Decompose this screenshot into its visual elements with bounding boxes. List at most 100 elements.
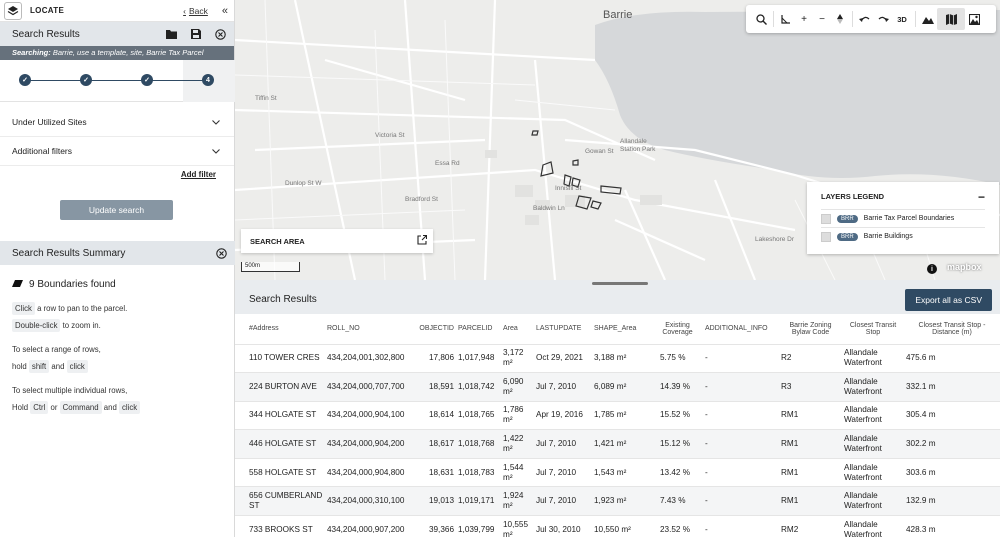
minimize-icon[interactable]: − <box>978 191 985 203</box>
update-search-button[interactable]: Update search <box>60 200 173 220</box>
rotate-right-icon[interactable] <box>874 8 892 30</box>
table-row[interactable]: 344 HOLGATE ST 434,204,000,904,100 18,614 1… <box>235 400 1000 430</box>
column-header[interactable]: OBJECTID <box>411 314 456 344</box>
table-cell: 3,188 m² <box>592 343 652 373</box>
legend-item[interactable]: BRR Barrie Buildings <box>821 227 985 245</box>
filter-additional[interactable]: Additional filters <box>0 137 234 166</box>
3d-toggle-button[interactable]: 3D <box>892 8 912 30</box>
column-header[interactable]: ROLL_NO <box>325 314 411 344</box>
column-header[interactable]: Closest Transit Stop <box>842 314 904 344</box>
column-header[interactable]: Closest Transit Stop - Distance (m) <box>904 314 1000 344</box>
column-header[interactable]: Area <box>501 314 534 344</box>
terrain-icon[interactable] <box>919 8 937 30</box>
column-header[interactable]: ADDITIONAL_INFO <box>703 314 779 344</box>
top-bar: LOCATE ‹ Back « <box>0 0 234 22</box>
table-row[interactable]: 733 BROOKS ST 434,204,000,907,200 39,366 1,… <box>235 515 1000 537</box>
info-icon[interactable]: i <box>927 264 937 274</box>
table-cell: 15.12 % <box>652 429 703 459</box>
column-header[interactable]: Barrie Zoning Bylaw Code <box>779 314 842 344</box>
table-cell: 14.39 % <box>652 372 703 402</box>
legend-item[interactable]: BRR Barrie Tax Parcel Boundaries <box>821 209 985 227</box>
table-cell: 18,591 <box>411 372 456 402</box>
external-link-icon[interactable] <box>417 234 428 247</box>
table-cell: - <box>703 372 779 402</box>
map-toolbar: + − 3D <box>746 5 996 33</box>
step-4[interactable]: 4 <box>202 74 214 86</box>
table-row[interactable]: 446 HOLGATE ST 434,204,000,904,200 18,617 1… <box>235 429 1000 459</box>
zoom-out-icon[interactable]: − <box>813 8 831 30</box>
hint-line: Double-click to zoom in. <box>12 317 235 334</box>
hint-line: Click a row to pan to the parcel. <box>12 300 235 317</box>
sidebar: LOCATE ‹ Back « Search Results Searching… <box>0 0 235 537</box>
parcel-shape-icon <box>12 279 23 290</box>
step-2-check-icon[interactable]: ✓ <box>80 74 92 86</box>
search-area-panel[interactable]: SEARCH AREA <box>241 229 433 253</box>
folder-icon[interactable] <box>166 29 177 39</box>
street-label: Bradford St <box>405 196 438 203</box>
table-cell: Allandale Waterfront <box>842 457 904 487</box>
hint-text: or <box>50 403 58 412</box>
table-cell: 19,013 <box>411 486 456 516</box>
table-cell: Jul 7, 2010 <box>534 429 592 459</box>
table-cell: 344 HOLGATE ST <box>235 400 325 430</box>
add-filter-link[interactable]: Add filter <box>181 170 216 179</box>
table-cell: - <box>703 486 779 516</box>
table-cell: 332.1 m <box>904 372 1000 402</box>
close-circle-icon[interactable] <box>216 247 227 259</box>
table-row[interactable]: 656 CUMBERLAND ST 434,204,000,310,100 19,0… <box>235 486 1000 516</box>
results-table: #Address ROLL_NO OBJECTID PARCELID Area … <box>235 314 1000 537</box>
results-title: Search Results <box>249 294 317 305</box>
table-cell: 434,204,001,302,800 <box>325 343 411 373</box>
column-header[interactable]: #Address <box>235 314 325 344</box>
table-row[interactable]: 558 HOLGATE ST 434,204,000,904,800 18,631 1… <box>235 457 1000 487</box>
layer-tag: BRR <box>837 232 858 241</box>
back-link[interactable]: ‹ Back <box>183 6 208 16</box>
zoom-in-icon[interactable]: + <box>795 8 813 30</box>
column-header[interactable]: SHAPE_Area <box>592 314 652 344</box>
table-cell: Jul 7, 2010 <box>534 372 592 402</box>
divider <box>852 11 853 27</box>
street-label: Innisfil St <box>555 185 582 192</box>
close-circle-icon[interactable] <box>215 28 226 40</box>
table-cell: 13.42 % <box>652 457 703 487</box>
park-label: Allandale Station Park <box>620 138 656 153</box>
table-cell: 1,543 m² <box>592 457 652 487</box>
rotate-left-icon[interactable] <box>856 8 874 30</box>
table-cell: 18,631 <box>411 457 456 487</box>
table-cell: 446 HOLGATE ST <box>235 429 325 459</box>
map-view[interactable]: Barrie Allandale Station Park Dunlop St … <box>235 0 1000 280</box>
column-header[interactable]: LASTUPDATE <box>534 314 592 344</box>
results-header: Search Results Export all as CSV <box>235 285 1000 314</box>
table-cell: 18,617 <box>411 429 456 459</box>
table-cell: 434,204,000,904,200 <box>325 429 411 459</box>
table-cell: - <box>703 343 779 373</box>
hint-line: hold shift and click <box>12 358 235 375</box>
column-header[interactable]: PARCELID <box>456 314 501 344</box>
step-3-check-icon[interactable]: ✓ <box>141 74 153 86</box>
table-row[interactable]: 224 BURTON AVE 434,204,000,707,700 18,591 1… <box>235 372 1000 402</box>
table-cell: 1,018,742 <box>456 372 501 402</box>
layers-logo-icon[interactable] <box>4 1 22 20</box>
step-1-check-icon[interactable]: ✓ <box>19 74 31 86</box>
compass-icon[interactable] <box>831 8 849 30</box>
table-cell: Allandale Waterfront <box>842 486 904 516</box>
table-cell: 5.75 % <box>652 343 703 373</box>
table-cell: Apr 19, 2016 <box>534 400 592 430</box>
filter-under-utilized-sites[interactable]: Under Utilized Sites <box>0 108 234 137</box>
table-cell: 434,204,000,707,700 <box>325 372 411 402</box>
street-label: Lakeshore Dr <box>755 236 795 243</box>
table-row[interactable]: 110 TOWER CRES 434,204,001,302,800 17,806 1… <box>235 343 1000 373</box>
collapse-sidebar-icon[interactable]: « <box>222 5 228 17</box>
map-view-icon[interactable] <box>937 8 965 30</box>
search-area-label: SEARCH AREA <box>250 236 305 246</box>
table-cell: Jul 30, 2010 <box>534 515 592 537</box>
satellite-image-icon[interactable] <box>965 8 983 30</box>
search-icon[interactable] <box>752 8 770 30</box>
divider <box>773 11 774 27</box>
table-cell: Allandale Waterfront <box>842 515 904 537</box>
save-icon[interactable] <box>191 29 201 39</box>
measure-angle-icon[interactable] <box>777 8 795 30</box>
export-csv-button[interactable]: Export all as CSV <box>905 288 992 311</box>
table-cell: 3,172 m² <box>501 343 534 373</box>
column-header[interactable]: Existing Coverage <box>652 314 703 344</box>
